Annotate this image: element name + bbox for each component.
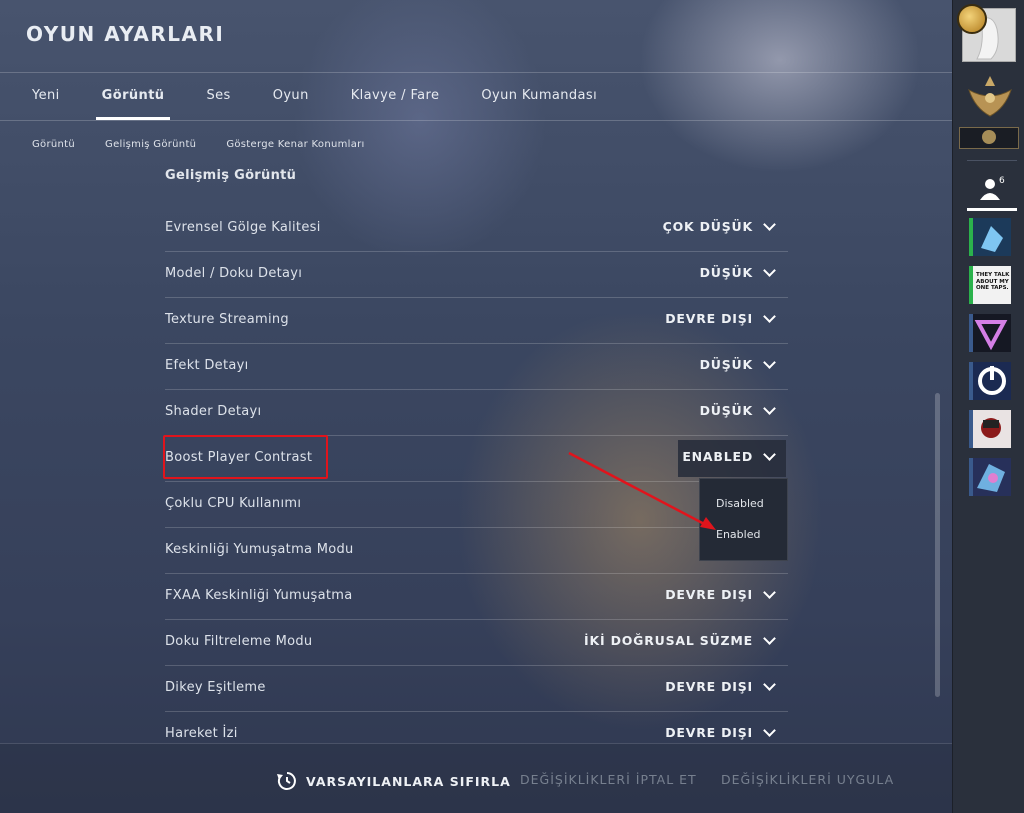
friend-avatar[interactable] [969, 218, 1011, 256]
reset-label: VARSAYILANLARA SIFIRLA [306, 773, 511, 789]
friend-avatar[interactable] [969, 314, 1011, 352]
reset-defaults-button[interactable]: VARSAYILANLARA SIFIRLA [276, 770, 511, 792]
friend-avatar-text: THEY TALK ABOUT MY ONE TAPS. [976, 272, 1010, 291]
offline-indicator [969, 362, 973, 400]
star-icon [982, 130, 996, 144]
friend-avatar[interactable] [969, 458, 1011, 496]
friend-avatar-image [981, 226, 1003, 252]
history-icon [277, 772, 296, 790]
divider [967, 160, 1017, 161]
online-indicator [969, 218, 973, 256]
friend-avatar[interactable] [969, 362, 1011, 400]
apply-changes-button[interactable]: DEĞİŞİKLİKLERİ UYGULA [721, 772, 894, 787]
friend-avatar[interactable]: THEY TALK ABOUT MY ONE TAPS. [969, 266, 1011, 304]
online-indicator [969, 266, 973, 304]
friend-avatar-image [981, 418, 1001, 438]
cancel-changes-button[interactable]: DEĞİŞİKLİKLERİ İPTAL ET [520, 772, 697, 787]
divider [0, 743, 952, 744]
boost-contrast-dropdown[interactable]: ENABLED [682, 447, 776, 464]
friend-avatar[interactable] [969, 410, 1011, 448]
setting-value: ENABLED [682, 449, 753, 464]
offline-indicator [969, 410, 973, 448]
friends-count: 6 [999, 176, 1005, 186]
rank-eagle-icon[interactable] [965, 72, 1015, 122]
service-medal-icon[interactable] [957, 4, 987, 34]
offline-indicator [969, 458, 973, 496]
friend-avatar-image [977, 464, 1005, 492]
scrollbar[interactable] [935, 393, 940, 697]
level-badge[interactable] [959, 127, 1019, 149]
friends-underline [967, 208, 1017, 211]
offline-indicator [969, 314, 973, 352]
annotation-arrow [568, 451, 716, 530]
chevron-down-icon [763, 447, 776, 461]
friend-avatar-image [974, 320, 1008, 351]
power-icon [978, 366, 1006, 395]
